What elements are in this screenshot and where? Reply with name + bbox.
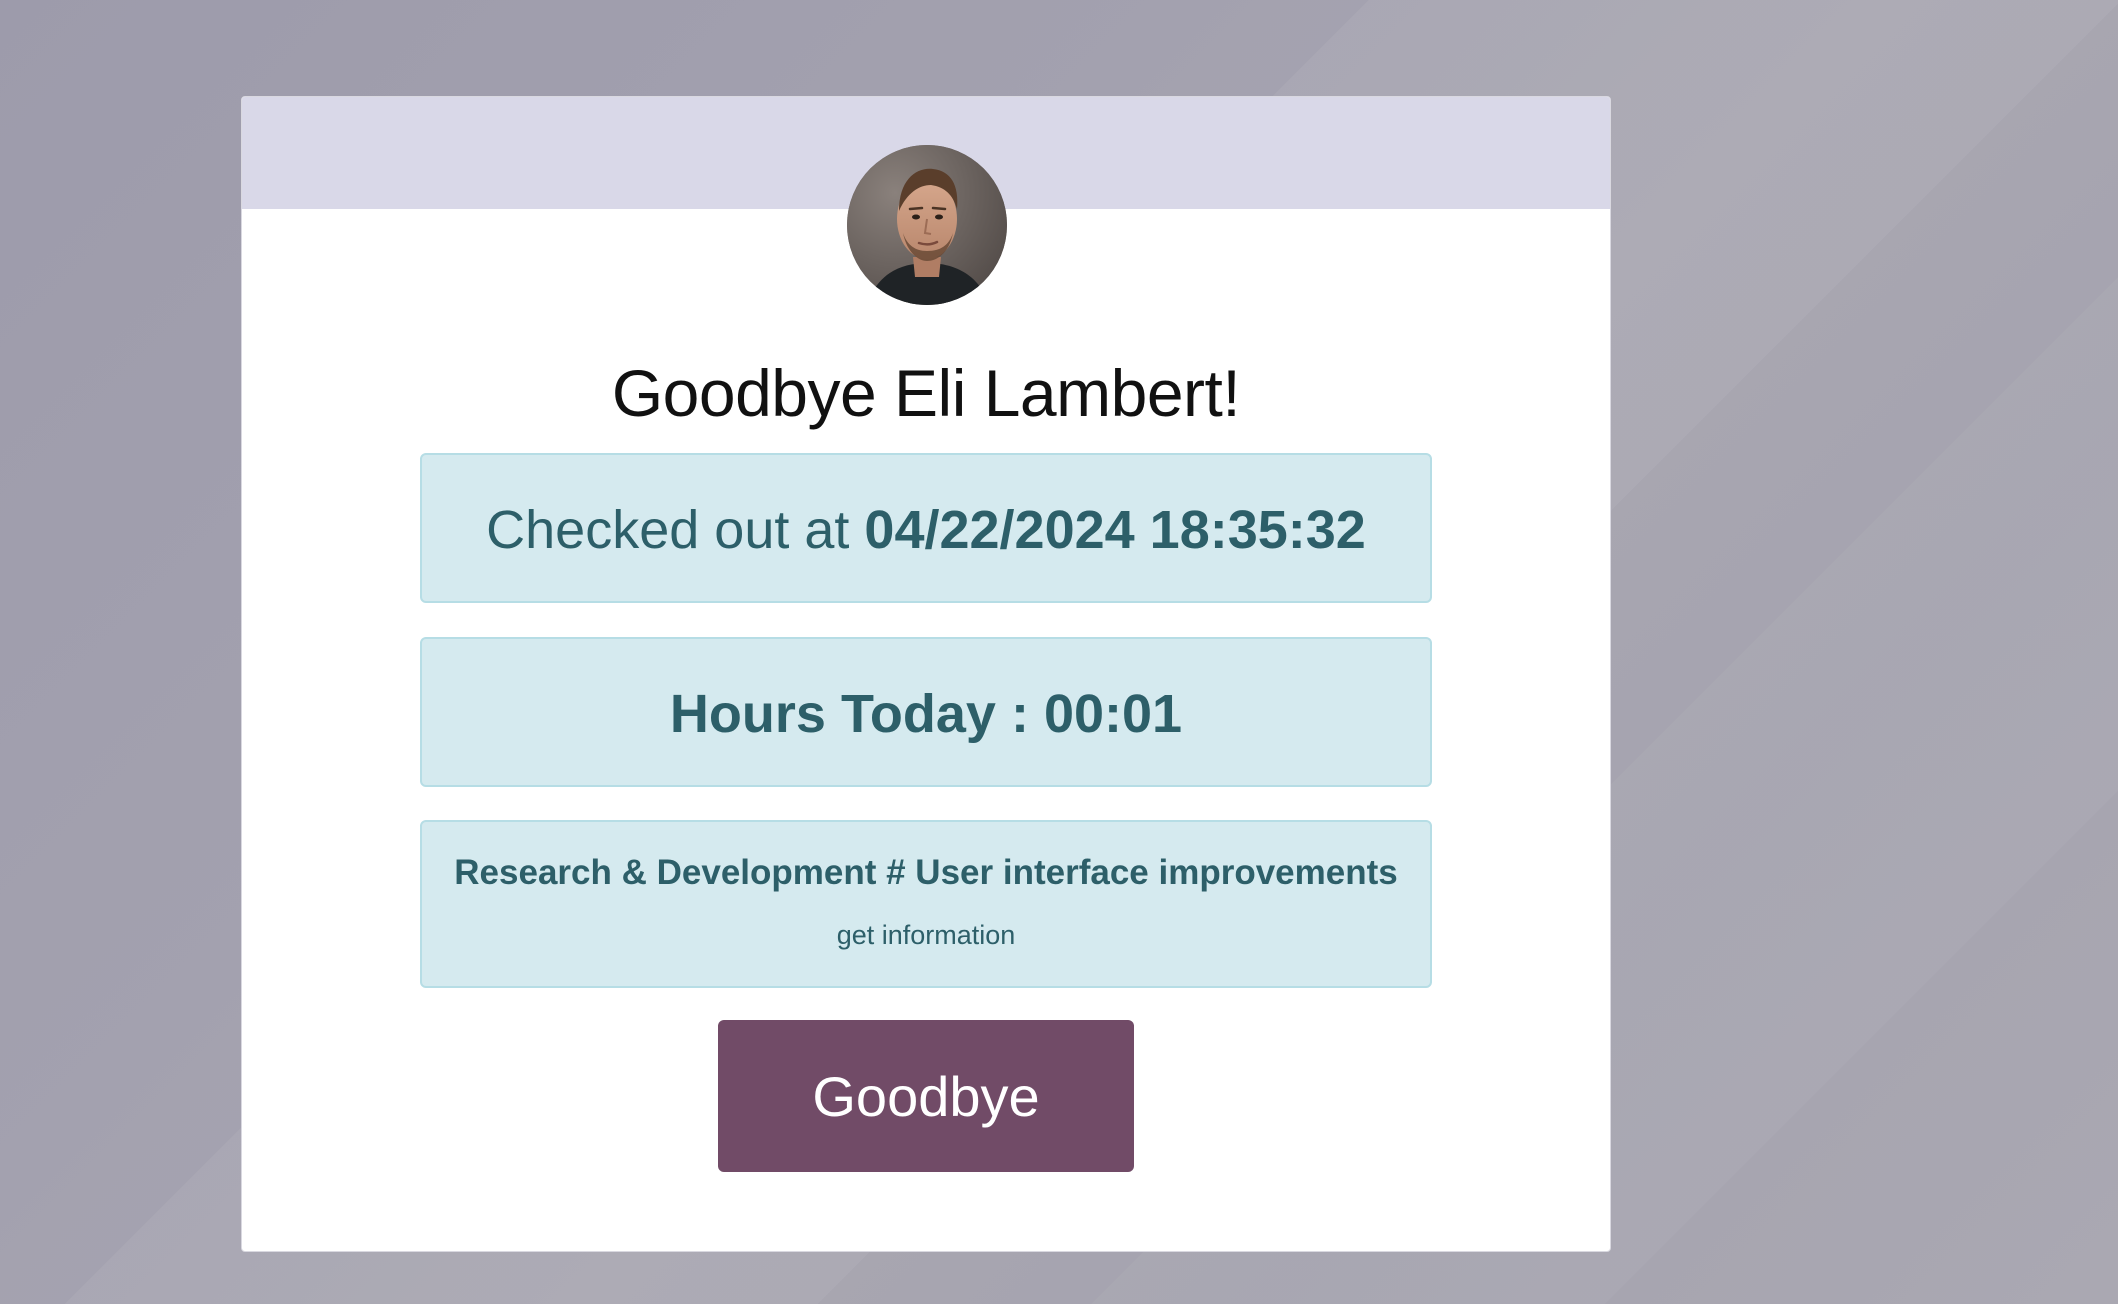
get-information-link[interactable]: get information (422, 918, 1430, 952)
project-info-box: Research & Development # User interface … (420, 820, 1432, 988)
hours-today-box: Hours Today : 00:01 (420, 637, 1432, 787)
project-name: Research & Development # User interface … (454, 853, 1398, 892)
checkout-timestamp: 04/22/2024 18:35:32 (864, 500, 1366, 560)
employee-avatar (847, 145, 1007, 305)
attendance-card: Goodbye Eli Lambert! Checked out at 04/2… (241, 96, 1611, 1252)
checkout-info-box: Checked out at 04/22/2024 18:35:32 (420, 453, 1432, 603)
hours-today-text: Hours Today : 00:01 (669, 684, 1183, 744)
checkout-prefix: Checked out at (486, 500, 850, 560)
avatar-photo-icon (847, 145, 1007, 305)
goodbye-button[interactable]: Goodbye (718, 1020, 1134, 1172)
checkout-line: Checked out at 04/22/2024 18:35:32 (422, 499, 1430, 561)
greeting-title: Goodbye Eli Lambert! (611, 356, 1241, 430)
